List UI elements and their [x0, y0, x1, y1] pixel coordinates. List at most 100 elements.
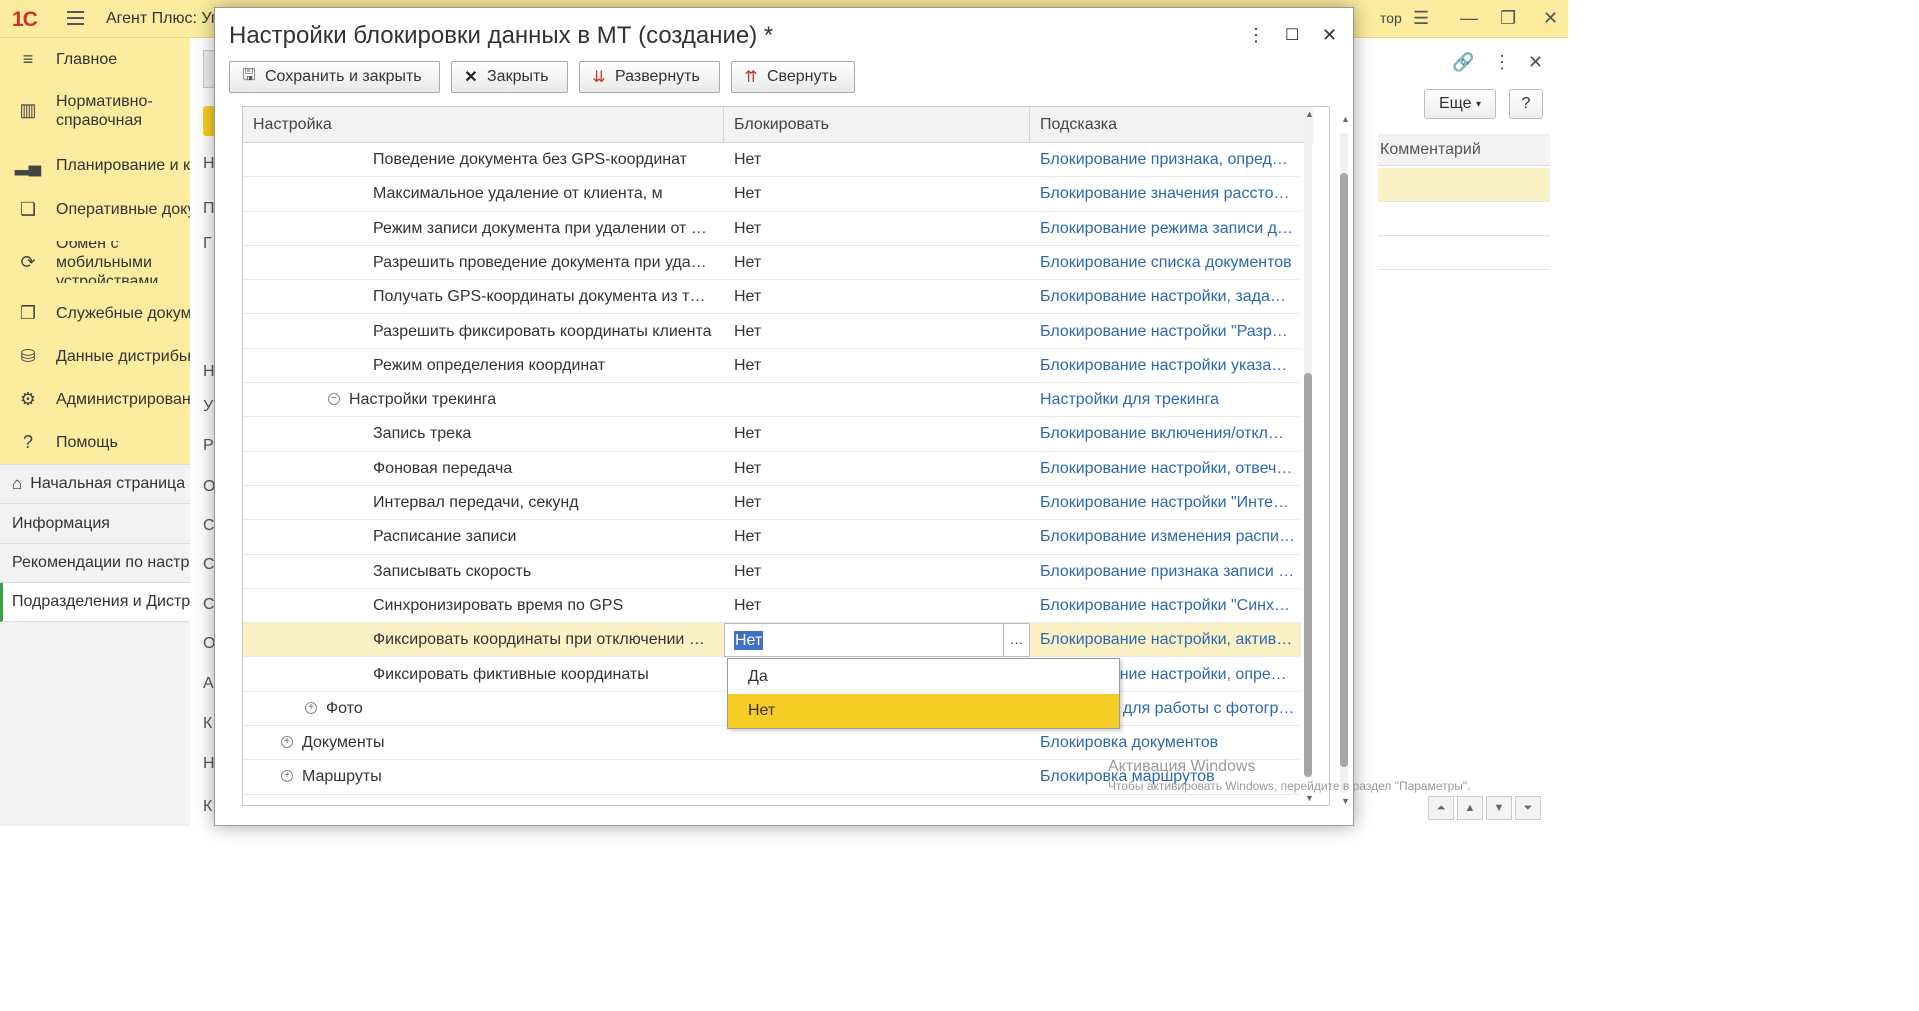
sidebar-item-label: Главное — [56, 50, 118, 68]
table-scrollbar-thumb[interactable] — [1304, 373, 1312, 777]
link-icon[interactable]: 🔗 — [1452, 52, 1474, 72]
user-label[interactable]: тор — [1380, 10, 1402, 26]
table-row[interactable]: Поведение документа без GPS-координат Нет… — [243, 143, 1301, 178]
lock-value[interactable]: Нет — [734, 212, 1029, 246]
setting-hint: Блокирование списка документов — [1040, 253, 1292, 271]
tree-group-row[interactable]: + Документы Блокировка документов — [243, 726, 1301, 761]
scroll-top-icon[interactable]: ⏶ — [1428, 796, 1454, 820]
table-row[interactable]: Режим записи документа при удалении от к… — [243, 212, 1301, 246]
lock-value[interactable]: Нет — [734, 452, 1029, 486]
dialog-scrollbar-thumb[interactable] — [1340, 173, 1348, 767]
expand-node-icon[interactable]: + — [281, 770, 293, 783]
column-header-setting[interactable]: Настройка — [243, 107, 724, 143]
settings-lines-icon[interactable]: ☰ — [1413, 8, 1429, 28]
save-and-close-button[interactable]: 🖫 Сохранить и закрыть — [229, 61, 440, 93]
lock-value-dropdown: Да Нет — [727, 658, 1120, 729]
lock-value[interactable] — [734, 760, 1029, 794]
sidebar-item-help[interactable]: ? Помощь — [0, 429, 190, 455]
lock-value-input[interactable]: Нет — [734, 631, 764, 651]
sidebar-item-mobile-exchange[interactable]: ⟳ Обмен с мобильными устройствами — [0, 241, 190, 283]
help-button[interactable]: ? — [1509, 89, 1543, 119]
close-form-icon[interactable]: ✕ — [1528, 52, 1543, 72]
sidebar-item-label: Обмен с мобильными устройствами — [56, 241, 159, 283]
dialog-scrollbar[interactable] — [1340, 133, 1348, 793]
background-row[interactable] — [1378, 202, 1550, 236]
column-header-lock[interactable]: Блокировать — [724, 107, 1030, 143]
tab-information[interactable]: Информация — [0, 505, 190, 544]
sidebar-item-distributors-data[interactable]: ⛁ Данные дистрибьюторов — [0, 343, 190, 369]
table-row[interactable]: Запись трека Нет Блокирование включения/от… — [243, 417, 1301, 452]
collapse-button[interactable]: ⇈ Свернуть — [731, 61, 855, 93]
close-app-icon[interactable]: ✕ — [1543, 8, 1558, 28]
lock-value[interactable]: Нет — [734, 315, 1029, 349]
lock-value[interactable]: Нет — [734, 280, 1029, 314]
table-row[interactable]: Интервал передачи, секунд Нет Блокирование… — [243, 486, 1301, 521]
table-row[interactable]: Записывать скорость Нет Блокирование призн… — [243, 555, 1301, 589]
setting-name: Получать GPS-координаты документа из тре… — [373, 288, 713, 306]
lock-value[interactable]: Нет — [734, 349, 1029, 383]
table-row[interactable]: Расписание записи Нет Блокирование изменен… — [243, 520, 1301, 555]
lock-value-editor[interactable]: Нет … — [724, 623, 1030, 658]
table-row[interactable]: Фоновая передача Нет Блокирование настройк… — [243, 452, 1301, 486]
close-button[interactable]: ✕ Закрыть — [451, 61, 568, 93]
lock-value[interactable]: Нет — [734, 589, 1029, 623]
home-page-tab[interactable]: ⌂ Начальная страница — [0, 465, 190, 504]
more-vertical-icon[interactable]: ⋮ — [1493, 52, 1511, 72]
dropdown-option-yes[interactable]: Да — [728, 660, 1119, 694]
sidebar-item-planning[interactable]: ▂▄ Планирование и контроль — [0, 152, 190, 178]
table-row[interactable]: Разрешить проведение документа при удале… — [243, 246, 1301, 281]
scroll-page-up-icon[interactable]: ▲ — [1457, 796, 1483, 820]
lock-value[interactable]: Нет — [734, 246, 1029, 280]
dropdown-option-no[interactable]: Нет — [728, 694, 1119, 728]
tab-departments[interactable]: Подразделения и Дистрибьюторы — [0, 583, 190, 622]
restore-icon[interactable]: ❐ — [1500, 8, 1516, 28]
table-row[interactable]: Синхронизировать время по GPS Нет Блокиров… — [243, 589, 1301, 624]
sidebar-item-nsi[interactable]: ▥ Нормативно-справочная информация — [0, 92, 190, 132]
lock-value[interactable] — [734, 383, 1029, 417]
table-row[interactable]: Получать GPS-координаты документа из тре… — [243, 280, 1301, 315]
background-row[interactable] — [1378, 236, 1550, 270]
table-scrollbar[interactable] — [1304, 119, 1312, 777]
scroll-up-icon[interactable]: ▲ — [1305, 109, 1314, 119]
sidebar-item-documents[interactable]: ❏ Оперативные документы — [0, 196, 190, 222]
tab-recommendations[interactable]: Рекомендации по настройке — [0, 544, 190, 583]
lock-value[interactable]: Нет — [734, 520, 1029, 554]
sidebar-item-service-docs[interactable]: ❐ Служебные документы — [0, 300, 190, 326]
scroll-bottom-icon[interactable]: ⏷ — [1515, 796, 1541, 820]
lock-value[interactable]: Нет — [734, 486, 1029, 520]
expand-node-icon[interactable]: + — [305, 701, 317, 714]
tree-group-row[interactable]: − Настройки трекинга Настройки для трекинг… — [243, 383, 1301, 418]
maximize-icon[interactable]: ☐ — [1285, 25, 1299, 45]
scroll-page-down-icon[interactable]: ▼ — [1486, 796, 1512, 820]
setting-hint: Блокирование настройки, задающей получен… — [1040, 288, 1295, 306]
table-row[interactable]: Режим определения координат Нет Блокирован… — [243, 349, 1301, 384]
lock-value[interactable]: Нет — [734, 555, 1029, 589]
minimize-icon[interactable]: — — [1460, 8, 1478, 28]
scroll-up-icon[interactable]: ▲ — [1341, 114, 1350, 124]
lock-value[interactable]: Нет — [734, 177, 1029, 211]
choice-button-icon[interactable]: … — [1003, 624, 1029, 657]
scroll-down-icon[interactable]: ▼ — [1305, 793, 1314, 803]
lock-value[interactable] — [734, 726, 1029, 760]
sidebar-item-main[interactable]: ≡ Главное — [0, 46, 190, 72]
background-field-label: Г — [203, 235, 212, 252]
lock-value[interactable]: Нет — [734, 417, 1029, 451]
more-button[interactable]: Еще ▾ — [1424, 89, 1496, 119]
sidebar-item-admin[interactable]: ⚙ Администрирование — [0, 386, 190, 412]
column-header-hint[interactable]: Подсказка — [1030, 107, 1313, 143]
tab-label: Начальная страница — [30, 475, 186, 492]
close-icon[interactable]: ✕ — [1322, 25, 1337, 46]
more-vertical-icon[interactable]: ⋮ — [1247, 25, 1265, 46]
collapse-node-icon[interactable]: − — [328, 393, 340, 406]
expand-node-icon[interactable]: + — [281, 736, 293, 749]
lock-value[interactable]: Нет — [734, 143, 1029, 177]
table-row[interactable]: Максимальное удаление от клиента, м Нет Бл… — [243, 177, 1301, 212]
table-row[interactable]: Разрешить фиксировать координаты клиента… — [243, 315, 1301, 349]
scroll-down-icon[interactable]: ▼ — [1341, 796, 1350, 806]
sidebar-item-label: Служебные документы — [56, 304, 190, 322]
expand-button[interactable]: ⇊ Развернуть — [579, 61, 720, 93]
hamburger-menu-icon[interactable] — [67, 11, 84, 26]
table-row[interactable]: Фиксировать координаты при отключении GP… — [243, 623, 1301, 658]
background-row[interactable] — [1378, 168, 1550, 202]
sidebar-item-label: Планирование и контроль — [56, 156, 190, 174]
